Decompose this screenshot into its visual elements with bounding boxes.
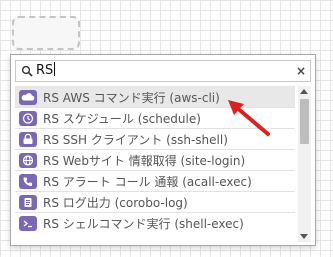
list-item-corobo-log[interactable]: RS ログ出力 (corobo-log) [15, 191, 295, 212]
result-list: RS AWS コマンド実行 (aws-cli) RS スケジュール (sched… [15, 86, 295, 242]
list-item-shell-exec[interactable]: RS シェルコマンド実行 (shell-exec) [15, 212, 295, 233]
list-item-label: RS AWS コマンド実行 (aws-cli) [43, 90, 220, 105]
list-item-ssh-shell[interactable]: RS SSH クライアント (ssh-shell) [15, 128, 295, 149]
clear-icon[interactable]: × [296, 62, 306, 80]
list-item-label: RS SSH クライアント (ssh-shell) [43, 132, 228, 147]
scrollbar[interactable] [298, 86, 311, 242]
node-search-popup: RS × RS AWS コマンド実行 (aws-cli) RS スケジュール (… [10, 54, 316, 246]
cloud-icon [19, 89, 37, 105]
list-item-label: RS スケジュール (schedule) [43, 111, 201, 126]
list-item-schedule[interactable]: RS スケジュール (schedule) [15, 107, 295, 128]
clock-icon [19, 110, 37, 126]
scroll-down-arrow-icon[interactable] [300, 234, 308, 239]
list-item-site-login[interactable]: RS Webサイト 情報取得 (site-login) [15, 149, 295, 170]
list-item-acall-exec[interactable]: RS アラート コール 通報 (acall-exec) [15, 170, 295, 191]
log-icon [19, 194, 37, 210]
list-item-aws-cli[interactable]: RS AWS コマンド実行 (aws-cli) [15, 86, 295, 107]
placeholder-node[interactable] [12, 16, 80, 50]
scrollbar-thumb[interactable] [300, 99, 309, 144]
list-item-label: RS シェルコマンド実行 (shell-exec) [43, 216, 244, 231]
shell-icon [19, 215, 37, 231]
list-item-label: RS ログ出力 (corobo-log) [43, 195, 188, 210]
web-icon [19, 152, 37, 168]
list-item-label: RS Webサイト 情報取得 (site-login) [43, 153, 246, 168]
scroll-up-arrow-icon[interactable] [300, 89, 308, 94]
search-input[interactable]: RS [36, 61, 56, 81]
phone-icon [19, 173, 37, 189]
list-item-label: RS アラート コール 通報 (acall-exec) [43, 174, 252, 189]
search-box[interactable]: RS × [15, 60, 311, 82]
search-icon [21, 65, 33, 77]
text-caret [54, 62, 56, 76]
ssh-icon [19, 131, 37, 147]
